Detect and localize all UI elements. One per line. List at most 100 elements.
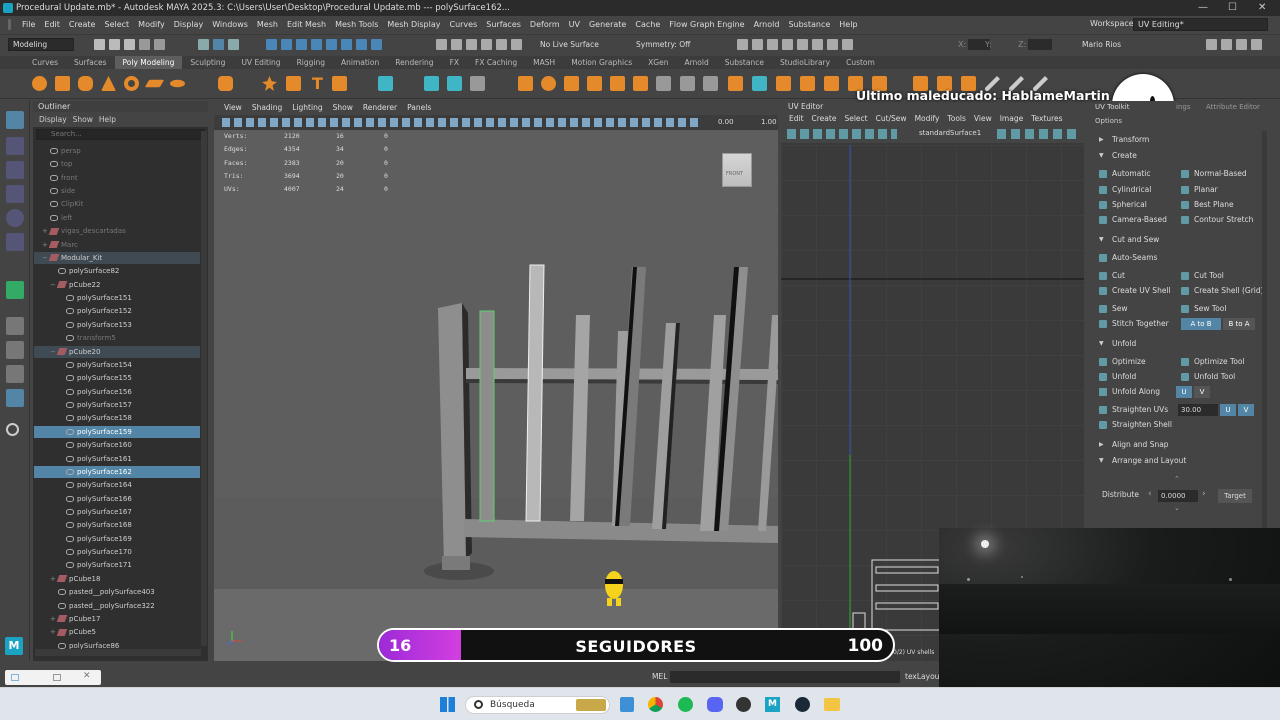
outliner-item-top[interactable]: top [34,158,200,170]
menu-mesh-tools[interactable]: Mesh Tools [335,20,378,29]
straighten-angle-field[interactable]: 30.00 [1178,404,1218,416]
uv-toolbar-icons[interactable] [787,129,897,139]
layout-two-icon[interactable] [6,365,24,383]
outliner-item-pcube18[interactable]: + pCube18 [34,573,200,585]
section-arrange-and-layout[interactable]: Arrange and Layout [1096,454,1264,467]
target-weld-icon[interactable] [541,76,556,91]
user-account-dropdown[interactable]: Mario Rios [1082,40,1121,49]
mask-face-icon[interactable] [296,39,307,50]
symmetry-dropdown[interactable]: Symmetry: Off [636,40,690,49]
shelf-tab-fx[interactable]: FX [442,56,467,69]
menu-generate[interactable]: Generate [589,20,626,29]
menu-windows[interactable]: Windows [212,20,248,29]
menu-arnold[interactable]: Arnold [754,20,780,29]
shelf-tab-rigging[interactable]: Rigging [289,56,333,69]
tool-settings-icon[interactable] [1236,39,1247,50]
mask-dynamics-icon[interactable] [371,39,382,50]
outliner-item-pcube22[interactable]: − pCube22 [34,279,200,291]
workspace-dropdown[interactable]: UV Editing* [1133,18,1268,31]
outliner-item-vigas-descartadas[interactable]: + vigas_descartadas [34,225,200,237]
menu-curves[interactable]: Curves [449,20,477,29]
planar-button[interactable]: Planar [1178,184,1218,196]
uv-menu-textures[interactable]: Textures [1031,112,1062,125]
outliner-item-polysurface156[interactable]: polySurface156 [34,386,200,398]
mask-edge-icon[interactable] [281,39,292,50]
outliner-hscrollbar[interactable] [35,649,201,656]
separate-icon[interactable] [286,76,301,91]
distribute-target-button[interactable]: Target [1218,489,1252,503]
outliner-item-transform5[interactable]: transform5 [34,332,200,344]
svg-tool-icon[interactable] [332,76,347,91]
attribute-editor-icon[interactable] [1221,39,1232,50]
outliner-item-polysurface164[interactable]: polySurface164 [34,479,200,491]
outliner-item-clipkit[interactable]: ClipKit [34,198,200,210]
connect-icon[interactable] [564,76,579,91]
lasso-tool-icon[interactable] [6,137,24,155]
arnold-render-icon[interactable] [797,39,808,50]
outliner-item-polysurface154[interactable]: polySurface154 [34,359,200,371]
outliner-item-pasted-polysurface322[interactable]: pasted__polySurface322 [34,600,200,612]
outliner-item-pcube20[interactable]: − pCube20 [34,345,200,358]
type-tool-icon[interactable]: T [312,74,323,93]
outliner-item-polysurface158[interactable]: polySurface158 [34,412,200,424]
snap-live-icon[interactable] [511,39,522,50]
render-settings-icon[interactable] [767,39,778,50]
menu-edit-mesh[interactable]: Edit Mesh [287,20,326,29]
unfold-along-button[interactable]: Unfold Along [1096,386,1160,398]
straighten-uvs-button[interactable]: Straighten UVs [1096,404,1168,416]
poly-plane-icon[interactable] [144,79,165,88]
mask-deformer-icon[interactable] [356,39,367,50]
menu-substance[interactable]: Substance [788,20,830,29]
ipr-render-icon[interactable] [752,39,763,50]
undo-icon[interactable] [139,39,150,50]
outliner-item-polysurface161[interactable]: polySurface161 [34,453,200,465]
straighten-u-toggle[interactable]: U [1220,404,1236,416]
menu-edit[interactable]: Edit [44,20,60,29]
poly-cube-icon[interactable] [55,76,70,91]
shelf-tab-mash[interactable]: MASH [525,56,563,69]
chevron-up-icon[interactable]: ⌃ [1174,475,1180,483]
menu-modify[interactable]: Modify [138,20,165,29]
shelf-tab-motion-graphics[interactable]: Motion Graphics [563,56,640,69]
outliner-menu-show[interactable]: Show [73,115,93,124]
outliner-item-pcube17[interactable]: + pCube17 [34,613,200,625]
shelf-tab-sculpting[interactable]: Sculpting [182,56,233,69]
shelf-tab-fx-caching[interactable]: FX Caching [467,56,525,69]
camera-based-button[interactable]: Camera-Based [1096,214,1167,226]
menu-cache[interactable]: Cache [635,20,660,29]
shelf-tab-poly-modeling[interactable]: Poly Modeling [114,56,183,69]
outliner-search-input[interactable]: Search... [36,129,205,140]
create-shell-grid-button[interactable]: Create Shell (Grid) [1178,285,1264,297]
uv-toolkit-options[interactable]: Options [1095,117,1122,125]
shelf-tab-studiolibrary[interactable]: StudioLibrary [772,56,838,69]
menu-surfaces[interactable]: Surfaces [486,20,521,29]
shelf-tab-uv-editing[interactable]: UV Editing [233,56,288,69]
shelf-tab-custom[interactable]: Custom [838,56,883,69]
shader-dropdown[interactable]: standardSurface1 [919,129,981,137]
chrome-icon[interactable] [648,697,663,712]
select-hierarchy-icon[interactable] [198,39,209,50]
menu-help[interactable]: Help [839,20,857,29]
section-cut-and-sew[interactable]: Cut and Sew [1096,233,1264,246]
optimize-button[interactable]: Optimize [1096,356,1146,368]
playblast-icon[interactable] [812,39,823,50]
outliner-item-polysurface160[interactable]: polySurface160 [34,439,200,451]
straighten-v-toggle[interactable]: V [1238,404,1254,416]
hypershade-icon[interactable] [782,39,793,50]
outliner-item-polysurface162[interactable]: polySurface162 [34,465,200,478]
stitch-together-button[interactable]: Stitch Together [1096,318,1169,330]
file-explorer-icon[interactable] [620,697,634,712]
unfold-tool-button[interactable]: Unfold Tool [1178,371,1235,383]
restore-window-bar[interactable]: ✕ [5,670,101,685]
outliner-item-modular-kit[interactable]: − Modular_Kit [34,251,200,264]
uv-menu-tools[interactable]: Tools [947,112,965,125]
mask-surface-icon[interactable] [341,39,352,50]
maximize-icon[interactable]: ☐ [1228,2,1237,13]
outliner-menu-display[interactable]: Display [39,115,67,124]
reduce-icon[interactable] [656,76,671,91]
menu-file[interactable]: File [22,20,35,29]
menu-uv[interactable]: UV [569,20,580,29]
start-menu-icon[interactable] [440,697,455,712]
layout-four-icon[interactable] [6,341,24,359]
section-unfold[interactable]: Unfold [1096,337,1264,350]
